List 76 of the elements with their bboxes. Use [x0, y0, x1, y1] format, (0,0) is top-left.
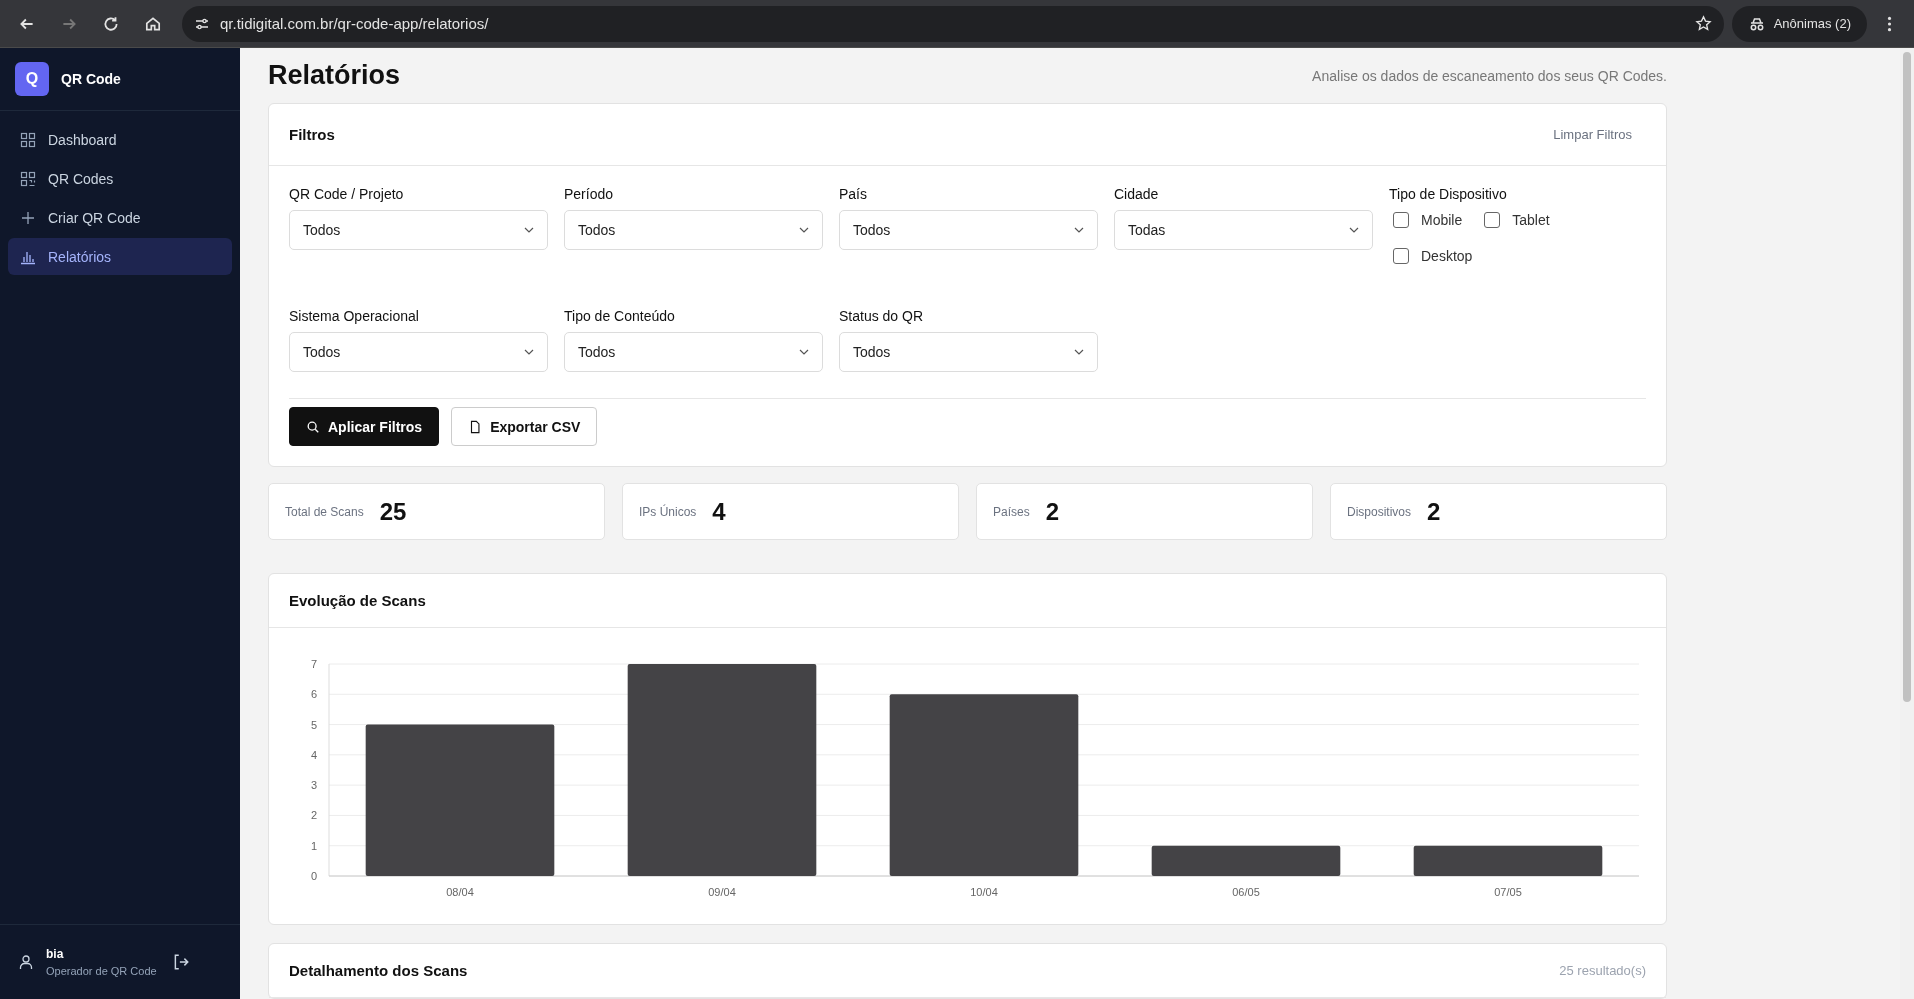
- incognito-profile-button[interactable]: Anônimas (2): [1731, 5, 1867, 42]
- app-name: QR Code: [61, 71, 121, 87]
- chevron-down-icon: [799, 227, 809, 233]
- select-dropdown[interactable]: Todas: [1114, 210, 1373, 250]
- y-tick-label: 5: [310, 718, 317, 731]
- y-tick-label: 0: [310, 870, 317, 882]
- select-dropdown[interactable]: Todos: [564, 332, 823, 372]
- plus-icon: [20, 209, 36, 226]
- chevron-down-icon: [1074, 227, 1084, 233]
- y-tick-label: 7: [310, 658, 317, 670]
- y-tick-label: 2: [310, 809, 317, 822]
- qr-code-icon: [20, 170, 36, 187]
- stat-label: Dispositivos: [1347, 504, 1412, 519]
- scrollbar[interactable]: [1900, 48, 1914, 999]
- page-title: Relatórios: [268, 60, 401, 91]
- chevron-down-icon: [1349, 227, 1359, 233]
- chevron-down-icon: [524, 227, 534, 233]
- user-role: Operador de QR Code: [46, 965, 158, 977]
- stat-label: IPs Únicos: [639, 504, 697, 519]
- sidebar-item[interactable]: QR Codes: [8, 160, 232, 197]
- clear-filters-link[interactable]: Limpar Filtros: [1553, 127, 1632, 142]
- stat-value: 2: [1045, 497, 1060, 526]
- stat-label: Total de Scans: [285, 504, 364, 519]
- field-label: Tipo de Dispositivo: [1389, 186, 1508, 202]
- field-label: QR Code / Projeto: [289, 186, 405, 202]
- select-dropdown[interactable]: Todos: [839, 210, 1098, 250]
- field-label: Cidade: [1114, 186, 1160, 202]
- field-label: País: [839, 186, 868, 202]
- sidebar-item[interactable]: Dashboard: [8, 121, 232, 158]
- stat-value: 4: [712, 497, 726, 526]
- x-tick-label: 08/04: [446, 886, 474, 898]
- x-tick-label: 06/05: [1232, 886, 1260, 898]
- user-icon: [18, 953, 34, 971]
- y-tick-label: 1: [310, 839, 317, 852]
- result-count: 25 resultado(s): [1559, 963, 1646, 978]
- checkbox-option[interactable]: Mobile: [1393, 212, 1463, 228]
- logout-icon[interactable]: [172, 953, 190, 971]
- chevron-down-icon: [524, 349, 534, 355]
- card-title: Filtros: [289, 126, 335, 143]
- bookmark-star-icon[interactable]: [1694, 15, 1712, 32]
- user-name: bia: [46, 947, 65, 961]
- stat-label: Países: [993, 504, 1030, 519]
- field-label: Tipo de Conteúdo: [564, 308, 676, 324]
- select-dropdown[interactable]: Todos: [839, 332, 1098, 372]
- x-tick-label: 07/05: [1494, 886, 1522, 898]
- field-label: Sistema Operacional: [289, 308, 420, 324]
- sidebar-item[interactable]: Relatórios: [8, 238, 232, 275]
- select-dropdown[interactable]: Todos: [289, 332, 548, 372]
- field-label: Período: [564, 186, 615, 202]
- checkbox-option[interactable]: Tablet: [1484, 212, 1550, 228]
- card-title: Evolução de Scans: [289, 592, 426, 609]
- more-menu-icon[interactable]: [1887, 14, 1892, 33]
- apply-filters-button[interactable]: Aplicar Filtros: [289, 407, 440, 446]
- checkbox-option[interactable]: Desktop: [1393, 248, 1648, 264]
- card-title: Detalhamento dos Scans: [289, 962, 468, 979]
- y-tick-label: 4: [310, 748, 317, 761]
- y-tick-label: 3: [310, 779, 317, 792]
- x-tick-label: 10/04: [970, 886, 998, 898]
- chevron-down-icon: [1074, 349, 1084, 355]
- y-tick-label: 6: [310, 688, 317, 701]
- select-dropdown[interactable]: Todos: [564, 210, 823, 250]
- stat-value: 2: [1427, 497, 1441, 526]
- export-csv-button[interactable]: Exportar CSV: [451, 407, 598, 446]
- x-tick-label: 09/04: [708, 886, 736, 898]
- reload-icon[interactable]: [102, 14, 120, 33]
- app-logo: Q: [15, 62, 49, 96]
- address-bar[interactable]: qr.tidigital.com.br/qr-code-app/relatorios/: [182, 5, 1724, 42]
- stat-value: 25: [379, 497, 407, 526]
- select-dropdown[interactable]: Todos: [289, 210, 548, 250]
- sidebar-item[interactable]: Criar QR Code: [8, 199, 232, 236]
- grid-icon: [20, 131, 36, 148]
- chevron-down-icon: [799, 349, 809, 355]
- search-icon: [306, 419, 320, 434]
- field-label: Status do QR: [839, 308, 925, 324]
- file-icon: [468, 419, 483, 434]
- page-subtitle: Analise os dados de escaneamento dos seus QR Codes.: [1312, 67, 1667, 84]
